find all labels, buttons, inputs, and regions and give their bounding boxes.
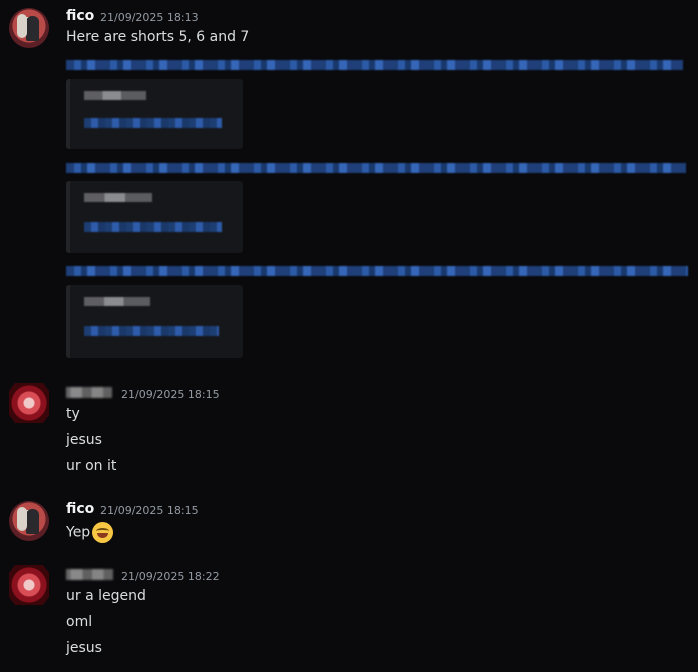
author-name[interactable]: fico (66, 8, 94, 24)
message-timestamp: 21/09/2025 18:22 (121, 570, 220, 583)
message-text: Here are shorts 5, 6 and 7 (66, 29, 250, 45)
message-text: oml (66, 614, 93, 630)
message-text: Yep (66, 522, 114, 543)
author-name[interactable]: fico (66, 501, 94, 517)
message-timestamp: 21/09/2025 18:15 (121, 388, 220, 401)
joy-emoji-icon (92, 522, 114, 543)
link-embed (66, 181, 243, 253)
redacted-embed-link[interactable] (84, 118, 222, 128)
redacted-embed-title (84, 193, 152, 202)
link-embed (66, 79, 243, 149)
message-text: ty (66, 406, 80, 422)
redacted-embed-link[interactable] (84, 326, 219, 336)
message-timestamp: 21/09/2025 18:13 (100, 11, 199, 24)
message-text: ur on it (66, 458, 117, 474)
redacted-link[interactable] (66, 60, 683, 70)
redacted-link[interactable] (66, 266, 688, 276)
message-text: ur a legend (66, 588, 146, 604)
message-timestamp: 21/09/2025 18:15 (100, 504, 199, 517)
redacted-embed-title (84, 297, 150, 306)
redacted-link[interactable] (66, 163, 686, 173)
link-embed (66, 285, 243, 358)
avatar[interactable] (9, 501, 49, 541)
redacted-embed-title (84, 91, 146, 100)
message-text: jesus (66, 640, 102, 656)
redacted-embed-link[interactable] (84, 222, 222, 232)
redacted-author-name[interactable] (66, 569, 113, 580)
message-text: jesus (66, 432, 102, 448)
message-text-content: Yep (66, 524, 91, 541)
avatar[interactable] (9, 8, 49, 48)
avatar[interactable] (9, 383, 49, 423)
avatar[interactable] (9, 565, 49, 605)
redacted-author-name[interactable] (66, 387, 112, 398)
